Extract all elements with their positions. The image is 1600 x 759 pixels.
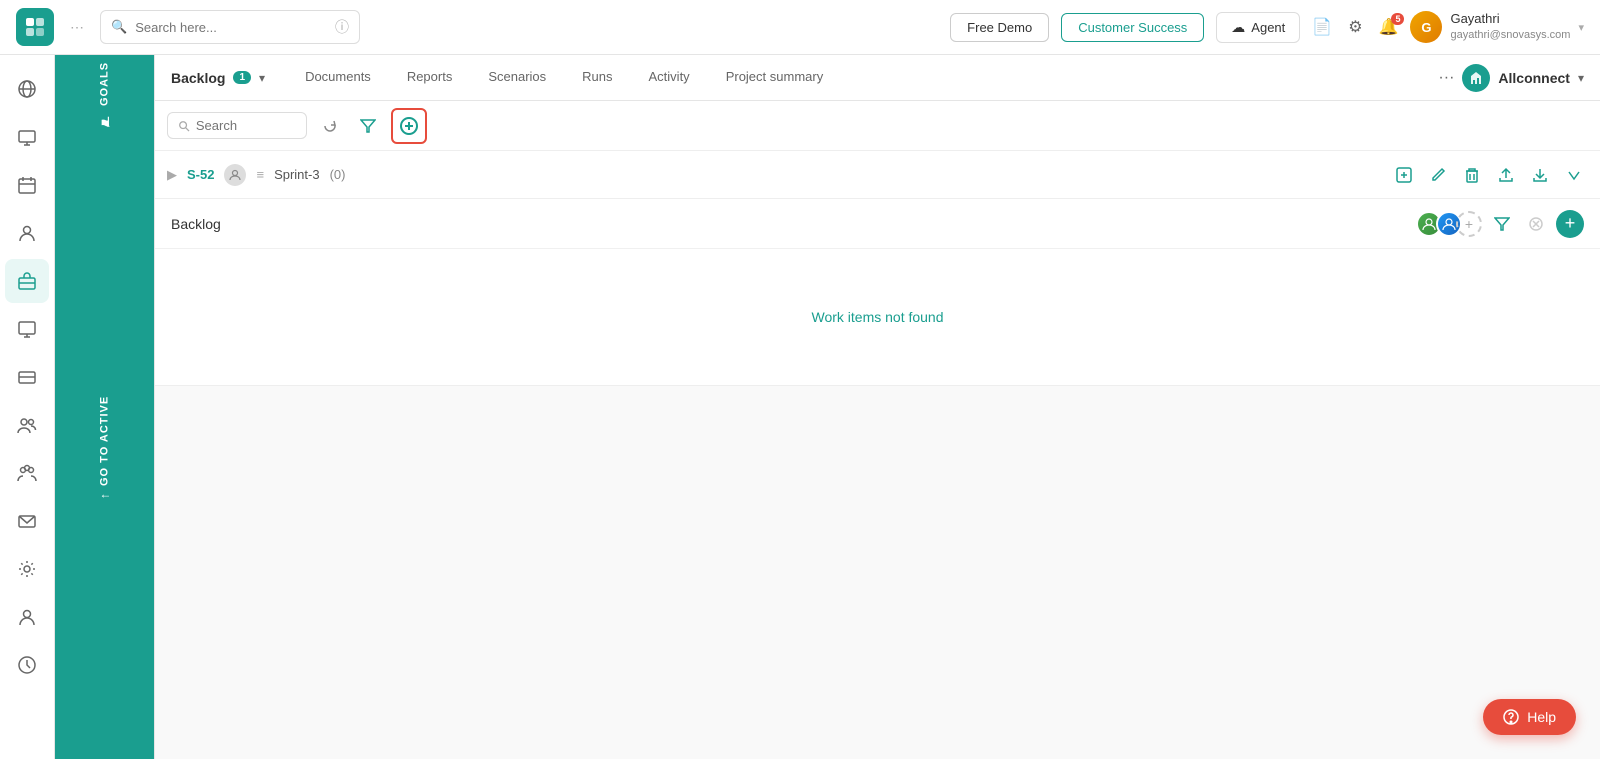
customer-success-button[interactable]: Customer Success — [1061, 13, 1204, 42]
toolbar-search-input[interactable] — [196, 118, 296, 133]
help-button[interactable]: Help — [1483, 699, 1576, 735]
free-demo-button[interactable]: Free Demo — [950, 13, 1049, 42]
gear-icon[interactable]: ⚙ — [1348, 17, 1362, 37]
app-logo — [16, 8, 54, 46]
sub-header: Backlog 1 ▾ Documents Reports Scenarios … — [155, 55, 1600, 101]
add-item-button[interactable] — [391, 108, 427, 144]
backlog-section-title: Backlog — [171, 216, 221, 232]
reset-icon[interactable] — [315, 111, 345, 141]
backlog-section-header: Backlog + — [155, 199, 1600, 249]
user-menu[interactable]: G Gayathri gayathri@snovasys.com ▾ — [1410, 11, 1584, 43]
main-content: Backlog 1 ▾ Documents Reports Scenarios … — [155, 55, 1600, 759]
sidebar-item-clock[interactable] — [5, 643, 49, 687]
help-label: Help — [1527, 709, 1556, 725]
toolbar-search — [167, 112, 307, 139]
sidebar-item-monitor[interactable] — [5, 307, 49, 351]
sprint-menu-icon[interactable]: ≡ — [256, 167, 264, 182]
notification-badge: 5 — [1391, 13, 1404, 25]
goals-flag-icon: ⚑ — [97, 112, 112, 128]
go-to-active-tab[interactable]: ↑ Go to active — [55, 135, 154, 759]
sidebar-item-settings[interactable] — [5, 547, 49, 591]
backlog-title-area: Backlog 1 ▾ — [171, 70, 265, 86]
agent-button[interactable]: ☁ Agent — [1216, 12, 1300, 43]
user-email: gayathri@snovasys.com — [1450, 28, 1570, 42]
backlog-badge: 1 — [233, 71, 251, 84]
backlog-section: Backlog + — [155, 199, 1600, 386]
backlog-filter-icon[interactable] — [1488, 210, 1516, 238]
tab-documents[interactable]: Documents — [289, 57, 387, 98]
expand-icon[interactable]: ⋯ — [66, 15, 88, 40]
user-name: Gayathri — [1450, 11, 1570, 28]
backlog-dropdown-icon[interactable]: ▾ — [259, 71, 265, 85]
tab-scenarios[interactable]: Scenarios — [472, 57, 562, 98]
backlog-add-button[interactable]: + — [1556, 210, 1584, 238]
top-header: ⋯ 🔍 ⓘ Free Demo Customer Success ☁ Agent… — [0, 0, 1600, 55]
backlog-section-actions: + + — [1416, 210, 1584, 238]
sprint-add-icon[interactable] — [1390, 161, 1418, 189]
sub-header-right: ··· Allconnect ▾ — [1438, 64, 1584, 92]
sprint-row: ▶ S-52 ≡ Sprint-3 (0) — [155, 151, 1600, 199]
goals-tab[interactable]: ⚑ goals — [55, 55, 154, 135]
notification-icon[interactable]: 🔔 5 — [1379, 17, 1399, 37]
sprint-edit-icon[interactable] — [1424, 161, 1452, 189]
avatar: G — [1410, 11, 1442, 43]
tab-activity[interactable]: Activity — [633, 57, 706, 98]
project-dropdown-icon[interactable]: ▾ — [1578, 71, 1584, 85]
sprint-actions — [1390, 161, 1588, 189]
sprint-count: (0) — [330, 167, 346, 182]
header-icons: 📄 ⚙ 🔔 5 — [1312, 17, 1398, 37]
project-name: Allconnect — [1498, 70, 1570, 86]
empty-state: Work items not found — [155, 249, 1600, 385]
avatar-group: + — [1416, 211, 1482, 237]
sprint-upload-icon[interactable] — [1492, 161, 1520, 189]
more-options-icon[interactable]: ··· — [1438, 69, 1454, 87]
sidebar-item-user-profile[interactable] — [5, 595, 49, 639]
tab-runs[interactable]: Runs — [566, 57, 628, 98]
sidebar-item-team[interactable] — [5, 403, 49, 447]
sidebar-item-tv[interactable] — [5, 115, 49, 159]
sidebar-item-person[interactable] — [5, 211, 49, 255]
backlog-title: Backlog — [171, 70, 225, 86]
backlog-clear-icon[interactable] — [1522, 210, 1550, 238]
user-info: Gayathri gayathri@snovasys.com — [1450, 11, 1570, 42]
filter-icon[interactable] — [353, 111, 383, 141]
sidebar-item-globe[interactable] — [5, 67, 49, 111]
info-icon[interactable]: ⓘ — [335, 17, 349, 37]
sprint-id[interactable]: S-52 — [187, 167, 214, 182]
tab-reports[interactable]: Reports — [391, 57, 469, 98]
sprint-user-icon — [224, 164, 246, 186]
project-logo — [1462, 64, 1490, 92]
agent-icon: ☁ — [1231, 19, 1245, 36]
avatar-add-button[interactable]: + — [1456, 211, 1482, 237]
tab-project-summary[interactable]: Project summary — [710, 57, 840, 98]
sprint-name: Sprint-3 — [274, 167, 320, 182]
sidebar-item-calendar[interactable] — [5, 163, 49, 207]
main-sidebar — [0, 55, 55, 759]
sidebar-item-mail[interactable] — [5, 499, 49, 543]
search-icon: 🔍 — [111, 19, 127, 35]
left-panel: ⚑ goals ↑ Go to active — [55, 55, 155, 759]
document-icon[interactable]: 📄 — [1312, 17, 1332, 37]
go-active-arrow-icon: ↑ — [98, 492, 112, 499]
sidebar-item-briefcase[interactable] — [5, 259, 49, 303]
sprint-delete-icon[interactable] — [1458, 161, 1486, 189]
search-input[interactable] — [135, 20, 327, 35]
sidebar-item-group[interactable] — [5, 451, 49, 495]
user-dropdown-icon[interactable]: ▾ — [1578, 21, 1584, 34]
sidebar-item-card[interactable] — [5, 355, 49, 399]
global-search: 🔍 ⓘ — [100, 10, 360, 44]
sprint-download-icon[interactable] — [1526, 161, 1554, 189]
sprint-expand-down-icon[interactable] — [1560, 161, 1588, 189]
toolbar — [155, 101, 1600, 151]
sprint-expand-icon[interactable]: ▶ — [167, 167, 177, 183]
